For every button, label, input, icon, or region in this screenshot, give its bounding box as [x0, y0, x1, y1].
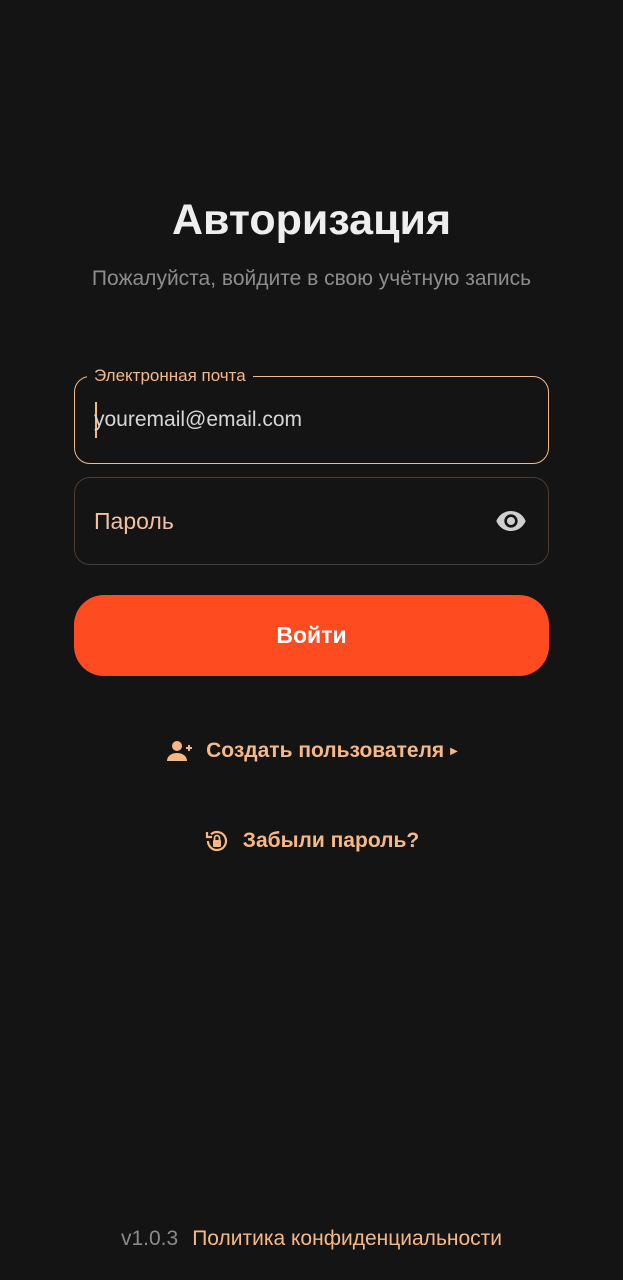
password-input[interactable]: [94, 478, 478, 564]
login-button[interactable]: Войти: [74, 595, 549, 676]
page-title: Авторизация: [171, 196, 452, 244]
forgot-password-label: Забыли пароль?: [242, 829, 420, 852]
email-input[interactable]: [94, 377, 478, 463]
lock-reset-icon: [204, 828, 230, 854]
email-field[interactable]: Электронная почта: [74, 366, 549, 464]
forgot-password-link[interactable]: Забыли пароль?: [0, 826, 623, 856]
triangle-right-icon: ▶: [450, 745, 458, 757]
eye-icon[interactable]: [492, 505, 530, 537]
create-user-link[interactable]: Создать пользователя ▶: [0, 736, 623, 766]
footer: v1.0.3 Политика конфиденциальности: [0, 1224, 623, 1254]
privacy-policy-link[interactable]: Политика конфиденциальности: [192, 1224, 502, 1254]
version-label: v1.0.3: [120, 1227, 179, 1250]
person-add-icon: [165, 739, 193, 763]
password-field[interactable]: [74, 477, 549, 565]
page-subtitle: Пожалуйста, войдите в свою учётную запис…: [91, 267, 532, 290]
create-user-label: Создать пользователя: [206, 739, 445, 762]
